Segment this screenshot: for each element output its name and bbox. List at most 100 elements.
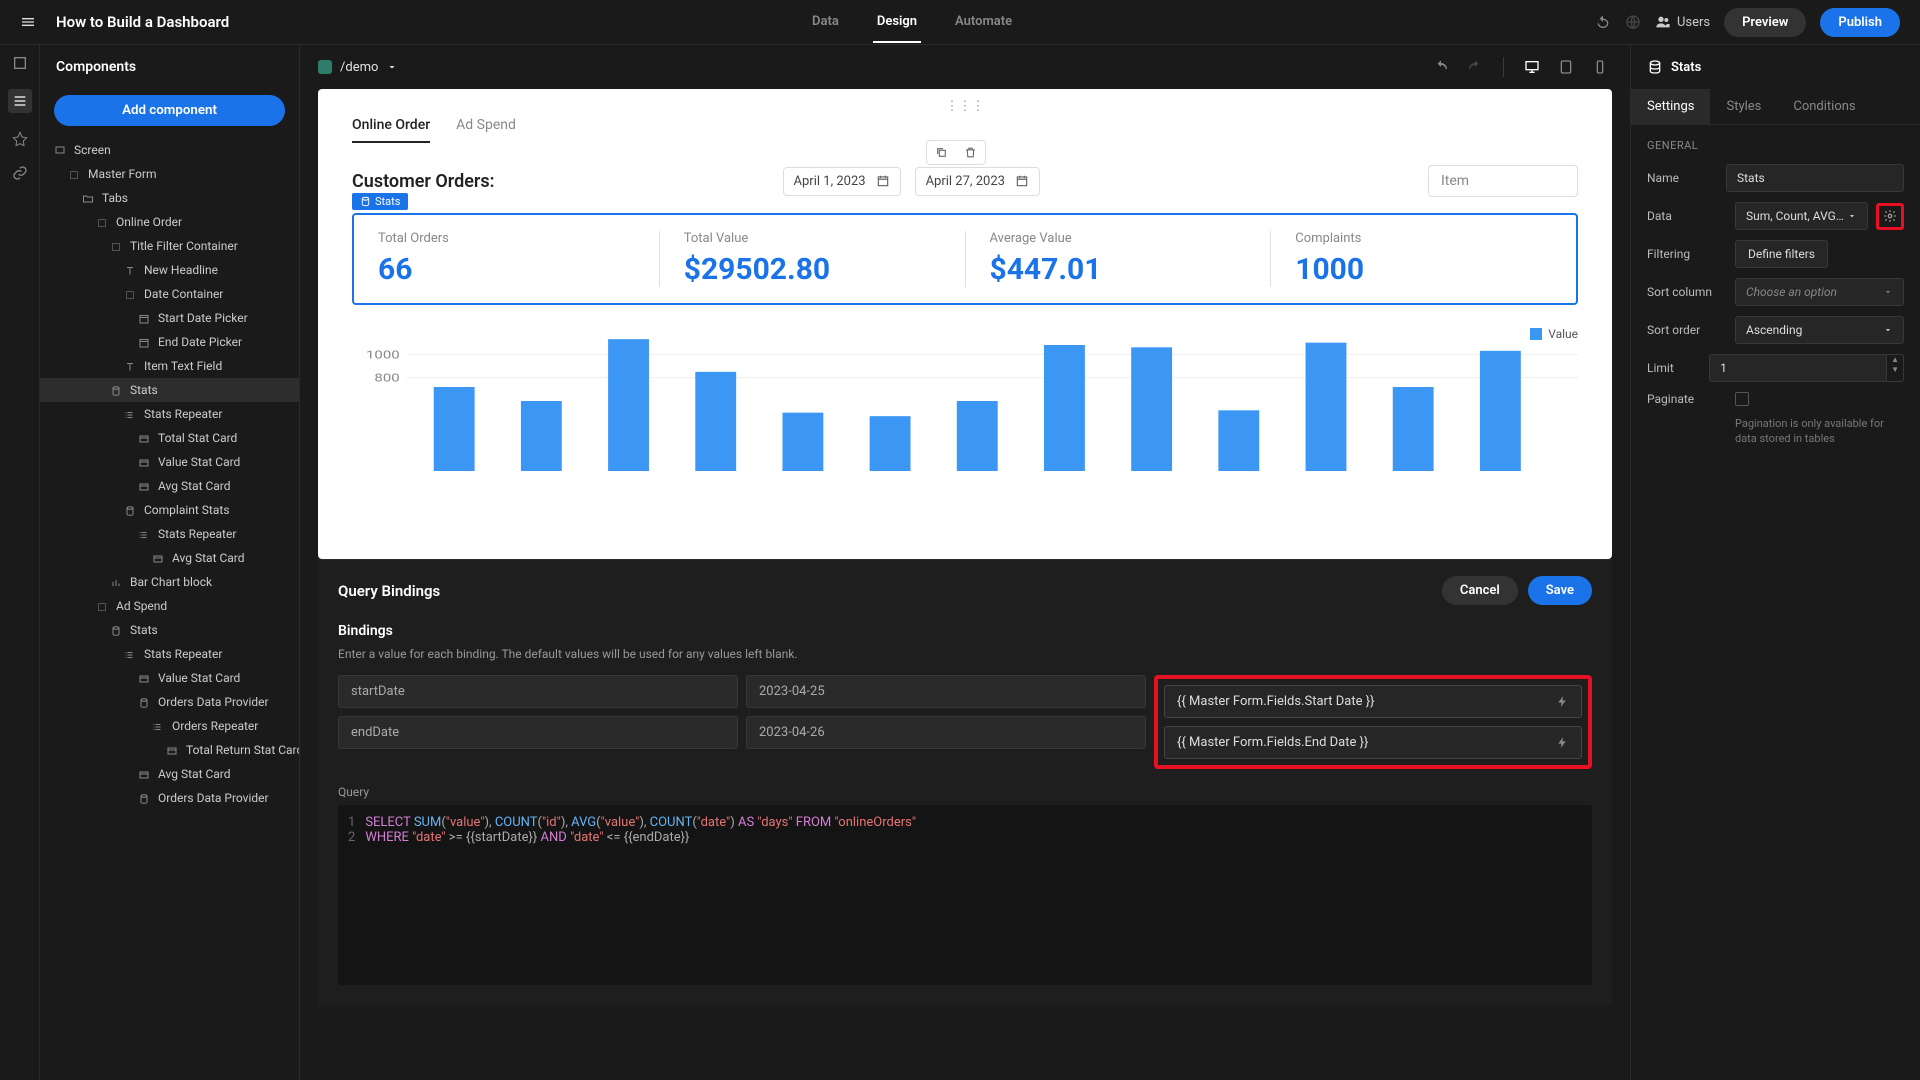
topbar: How to Build a Dashboard Data Design Aut…: [0, 0, 1920, 45]
stat-value: $29502.80: [684, 252, 941, 287]
tree-item[interactable]: Master Form: [40, 162, 299, 186]
rp-general-section: GENERAL Name Data Sum, Count, AVG… Filte…: [1631, 125, 1920, 461]
path-chip[interactable]: /demo: [318, 60, 398, 75]
screen-icon: [54, 143, 66, 157]
tree-item[interactable]: Bar Chart block: [40, 570, 299, 594]
preview-tab-online-order[interactable]: Online Order: [352, 117, 430, 143]
card-icon: [138, 479, 150, 493]
tree-item[interactable]: Item Text Field: [40, 354, 299, 378]
tree-item[interactable]: Online Order: [40, 210, 299, 234]
end-date-input[interactable]: April 27, 2023: [915, 167, 1040, 196]
publish-button[interactable]: Publish: [1820, 8, 1900, 37]
query-editor[interactable]: 1SELECT SUM("value"), COUNT("id"), AVG("…: [338, 805, 1592, 985]
stat-cell: Total Orders66: [354, 231, 660, 287]
tree-item[interactable]: Value Stat Card: [40, 666, 299, 690]
stats-box[interactable]: Total Orders66Total Value$29502.80Averag…: [352, 213, 1578, 305]
data-gear-button[interactable]: [1876, 203, 1904, 230]
date-icon: [138, 311, 150, 325]
tree-item-label: Orders Data Provider: [158, 695, 269, 709]
tablet-icon[interactable]: [1554, 55, 1578, 79]
copy-icon[interactable]: [927, 141, 956, 164]
item-search-input[interactable]: Item: [1428, 165, 1578, 197]
binding-default: 2023-04-25: [746, 675, 1146, 708]
sortcol-select[interactable]: Choose an option: [1735, 278, 1904, 306]
chart-legend: Value: [1530, 327, 1578, 341]
tree-item[interactable]: New Headline: [40, 258, 299, 282]
desktop-icon[interactable]: [1520, 55, 1544, 79]
filtering-label: Filtering: [1647, 247, 1727, 261]
tree-item-label: Complaint Stats: [144, 503, 230, 517]
globe-icon[interactable]: [1625, 14, 1641, 30]
tree-item[interactable]: Total Stat Card: [40, 426, 299, 450]
mobile-icon[interactable]: [1588, 55, 1612, 79]
tree-item[interactable]: Orders Data Provider: [40, 690, 299, 714]
menu-icon[interactable]: [20, 14, 36, 30]
data-select[interactable]: Sum, Count, AVG…: [1735, 202, 1868, 230]
tree-item[interactable]: Stats: [40, 618, 299, 642]
save-button[interactable]: Save: [1528, 576, 1592, 605]
tree-item[interactable]: Total Return Stat Card: [40, 738, 299, 762]
app-color-icon: [318, 60, 332, 74]
tree-item-label: Total Stat Card: [158, 431, 237, 445]
paginate-checkbox[interactable]: [1735, 392, 1749, 406]
define-filters-button[interactable]: Define filters: [1735, 240, 1828, 268]
tree-item[interactable]: Avg Stat Card: [40, 546, 299, 570]
rail-screen-icon[interactable]: [12, 55, 28, 71]
tab-data[interactable]: Data: [808, 2, 843, 43]
tree-item[interactable]: Stats Repeater: [40, 642, 299, 666]
rail-theme-icon[interactable]: [12, 131, 28, 147]
rp-tab-conditions[interactable]: Conditions: [1777, 89, 1871, 124]
tree-item[interactable]: Orders Repeater: [40, 714, 299, 738]
step-up[interactable]: ▲: [1887, 355, 1903, 365]
tree-item[interactable]: Avg Stat Card: [40, 474, 299, 498]
binding-value-input[interactable]: {{ Master Form.Fields.End Date }}: [1164, 726, 1582, 759]
delete-icon[interactable]: [956, 141, 985, 164]
tree-item[interactable]: Orders Data Provider: [40, 786, 299, 810]
tab-design[interactable]: Design: [873, 2, 921, 43]
rp-tabs: Settings Styles Conditions: [1631, 89, 1920, 125]
bolt-icon[interactable]: [1556, 735, 1569, 750]
undo-icon[interactable]: [1429, 55, 1453, 79]
drag-handle-icon[interactable]: ⋮⋮⋮: [946, 99, 985, 114]
card-icon: [138, 455, 150, 469]
tree-item[interactable]: Avg Stat Card: [40, 762, 299, 786]
tab-automate[interactable]: Automate: [951, 2, 1016, 43]
name-input[interactable]: [1726, 164, 1904, 192]
tree-item-label: Stats Repeater: [158, 527, 236, 541]
tree-item[interactable]: Title Filter Container: [40, 234, 299, 258]
tree-item[interactable]: End Date Picker: [40, 330, 299, 354]
tree-item[interactable]: Stats: [40, 378, 299, 402]
limit-stepper[interactable]: ▲▼: [1709, 354, 1904, 382]
tree-item[interactable]: Tabs: [40, 186, 299, 210]
sortorder-select[interactable]: Ascending: [1735, 316, 1904, 344]
tree-item[interactable]: Complaint Stats: [40, 498, 299, 522]
rp-tab-settings[interactable]: Settings: [1631, 89, 1710, 124]
binding-value-input[interactable]: {{ Master Form.Fields.Start Date }}: [1164, 685, 1582, 718]
cancel-button[interactable]: Cancel: [1442, 576, 1518, 605]
preview-tab-ad-spend[interactable]: Ad Spend: [456, 117, 516, 143]
users-icon[interactable]: Users: [1655, 14, 1710, 30]
tree-item[interactable]: Screen: [40, 138, 299, 162]
tree-item[interactable]: Value Stat Card: [40, 450, 299, 474]
tree-item-label: End Date Picker: [158, 335, 242, 349]
tree-item[interactable]: Start Date Picker: [40, 306, 299, 330]
bolt-icon[interactable]: [1556, 694, 1569, 709]
rail-links-icon[interactable]: [12, 165, 28, 181]
tree-item[interactable]: Stats Repeater: [40, 402, 299, 426]
rp-tab-styles[interactable]: Styles: [1710, 89, 1777, 124]
revert-icon[interactable]: [1595, 14, 1611, 30]
step-down[interactable]: ▼: [1887, 365, 1903, 375]
tree-item[interactable]: Ad Spend: [40, 594, 299, 618]
tree-item[interactable]: Stats Repeater: [40, 522, 299, 546]
add-component-button[interactable]: Add component: [54, 95, 285, 126]
start-date-input[interactable]: April 1, 2023: [783, 167, 901, 196]
rail-components-icon[interactable]: [8, 89, 32, 113]
chevron-down-icon: [1847, 211, 1857, 221]
tree-item[interactable]: Date Container: [40, 282, 299, 306]
folder-icon: [82, 191, 94, 205]
preview-button[interactable]: Preview: [1724, 8, 1806, 37]
end-date-value: April 27, 2023: [926, 174, 1005, 189]
left-rail: [0, 45, 40, 1080]
redo-icon[interactable]: [1463, 55, 1487, 79]
legend-label: Value: [1548, 327, 1578, 341]
